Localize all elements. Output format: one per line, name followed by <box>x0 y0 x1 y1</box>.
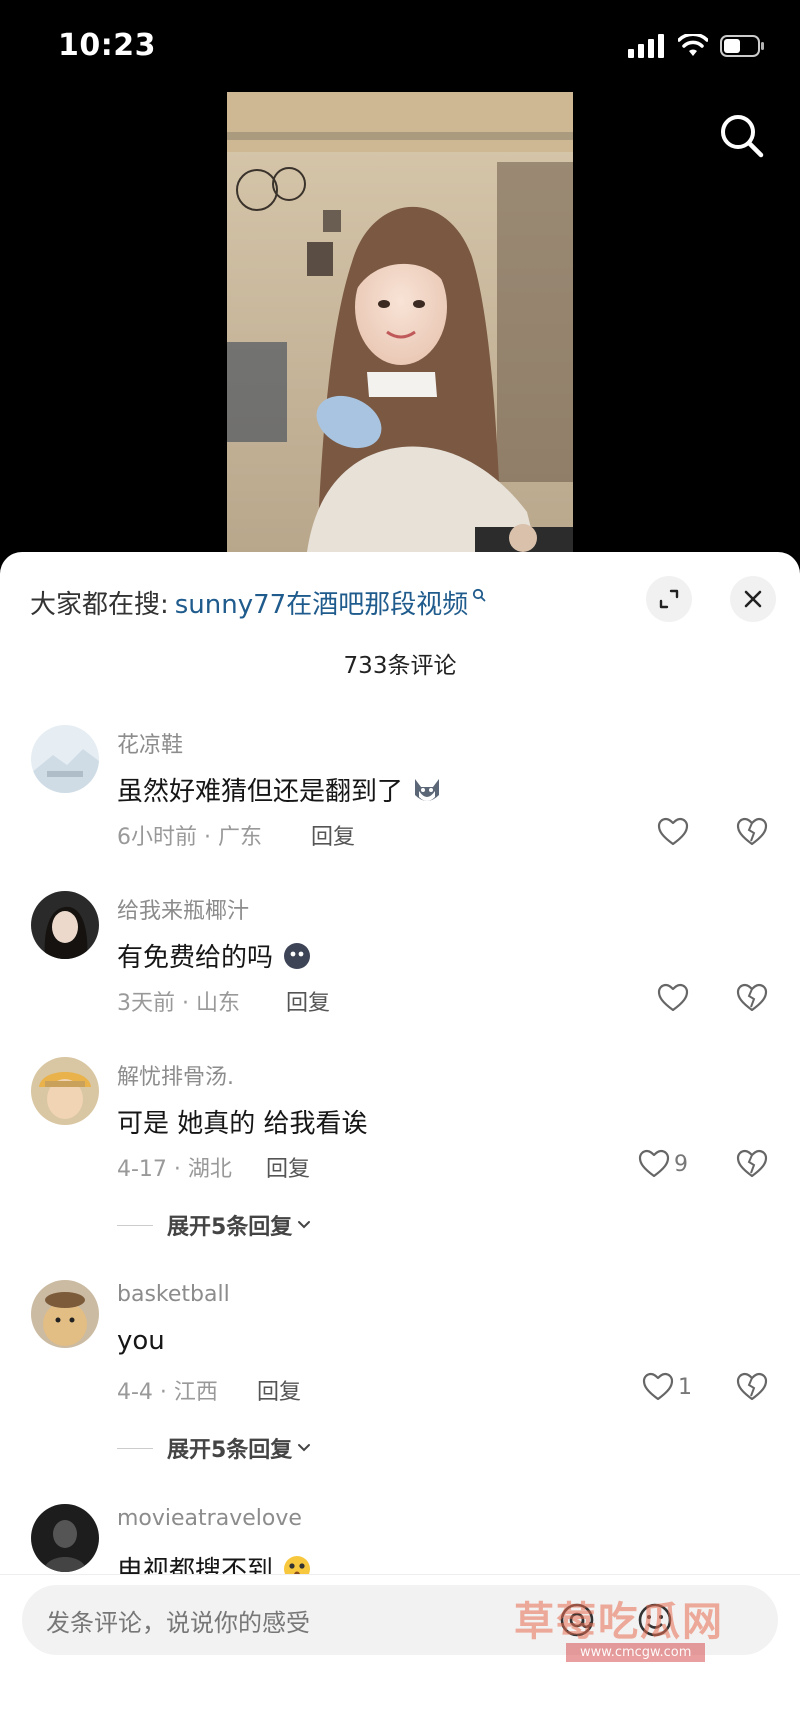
expand-replies-label: 展开5条回复 <box>167 1215 293 1240</box>
status-time: 10:23 <box>58 28 156 63</box>
heart-icon <box>657 983 689 1012</box>
comment-meta: 6小时前 · 广东 <box>117 825 262 850</box>
comment-text-content: 可是 她真的 给我看诶 <box>117 1109 368 1139</box>
broken-heart-icon <box>736 1149 768 1178</box>
dislike-button[interactable] <box>736 983 768 1017</box>
reply-button[interactable]: 回复 <box>286 985 330 1017</box>
broken-heart-icon <box>736 983 768 1012</box>
emoji-icon[interactable] <box>636 1601 674 1639</box>
comment-username[interactable]: 花凉鞋 <box>117 727 183 759</box>
comment-meta: 4-17 · 湖北 <box>117 1157 232 1182</box>
status-icons <box>628 34 766 58</box>
trending-label: 大家都在搜: <box>30 589 169 620</box>
like-count: 9 <box>674 1151 688 1177</box>
chevron-down-icon <box>298 1221 311 1229</box>
comment-text-content: 有免费给的吗 <box>117 943 274 973</box>
avatar[interactable] <box>31 1280 99 1348</box>
at-icon[interactable] <box>558 1601 596 1639</box>
comment-username[interactable]: movieatravelove <box>117 1506 302 1531</box>
heart-icon <box>638 1149 670 1178</box>
expand-sheet-button[interactable] <box>646 576 692 622</box>
close-icon <box>744 590 762 608</box>
dislike-button[interactable] <box>736 817 768 851</box>
comment-username[interactable]: 解忧排骨汤. <box>117 1059 234 1091</box>
avatar[interactable] <box>31 1504 99 1572</box>
expand-icon <box>659 589 679 609</box>
search-small-icon <box>473 588 486 602</box>
comment-text-content: 虽然好难猜但还是翻到了 <box>117 777 404 807</box>
comment-input-placeholder: 发条评论，说说你的感受 <box>46 1608 310 1637</box>
video-player[interactable] <box>227 92 573 552</box>
husky-emoji-icon <box>415 778 440 801</box>
like-count: 1 <box>678 1374 692 1400</box>
like-button[interactable] <box>657 983 693 1013</box>
reply-button[interactable]: 回复 <box>266 1151 310 1183</box>
comment-input-bar: 发条评论，说说你的感受 草莓吃瓜网 www.cmcgw.com <box>0 1574 800 1731</box>
avatar[interactable] <box>31 725 99 793</box>
input-icons <box>558 1601 674 1639</box>
avatar[interactable] <box>31 891 99 959</box>
comment-text: you <box>117 1326 165 1356</box>
divider <box>117 1447 153 1449</box>
comment-username[interactable]: basketball <box>117 1282 230 1307</box>
status-bar: 10:23 <box>0 0 800 96</box>
blob-emoji-icon <box>284 942 311 969</box>
chevron-down-icon <box>298 1444 311 1452</box>
like-button[interactable]: 1 <box>642 1372 692 1402</box>
battery-icon <box>720 35 764 57</box>
expand-replies-label: 展开5条回复 <box>167 1438 293 1463</box>
dislike-button[interactable] <box>736 1372 768 1406</box>
expand-replies-button[interactable]: 展开5条回复 <box>117 1209 312 1241</box>
comment-text: 可是 她真的 给我看诶 <box>117 1103 368 1140</box>
avatar[interactable] <box>31 1057 99 1125</box>
comment-username[interactable]: 给我来瓶椰汁 <box>117 893 249 925</box>
comment-text-content: you <box>117 1326 165 1356</box>
broken-heart-icon <box>736 817 768 846</box>
wifi-icon <box>678 34 708 56</box>
heart-icon <box>642 1372 674 1401</box>
broken-heart-icon <box>736 1372 768 1401</box>
reply-button[interactable]: 回复 <box>311 819 355 851</box>
trending-search-bar[interactable]: 大家都在搜: sunny77在酒吧那段视频 <box>30 578 486 626</box>
comment-sheet: 大家都在搜: sunny77在酒吧那段视频 733条评论 花凉鞋 虽然好难猜但还… <box>0 552 800 1731</box>
close-sheet-button[interactable] <box>730 576 776 622</box>
comment-count: 733条评论 <box>343 653 457 679</box>
divider <box>117 1224 153 1226</box>
comment-text: 虽然好难猜但还是翻到了 <box>117 771 443 808</box>
heart-icon <box>657 817 689 846</box>
search-button[interactable] <box>714 108 770 164</box>
comment-text: 有免费给的吗 <box>117 937 313 974</box>
dislike-button[interactable] <box>736 1149 768 1183</box>
video-frame-image <box>227 92 573 552</box>
signal-icon <box>628 34 664 58</box>
expand-replies-button[interactable]: 展开5条回复 <box>117 1432 312 1464</box>
comment-meta: 3天前 · 山东 <box>117 991 240 1016</box>
like-button[interactable]: 9 <box>638 1149 688 1179</box>
search-icon <box>721 115 764 158</box>
like-button[interactable] <box>657 817 693 847</box>
reply-button[interactable]: 回复 <box>257 1374 301 1406</box>
trending-query-link[interactable]: sunny77在酒吧那段视频 <box>175 584 468 621</box>
comment-meta: 4-4 · 江西 <box>117 1380 218 1405</box>
